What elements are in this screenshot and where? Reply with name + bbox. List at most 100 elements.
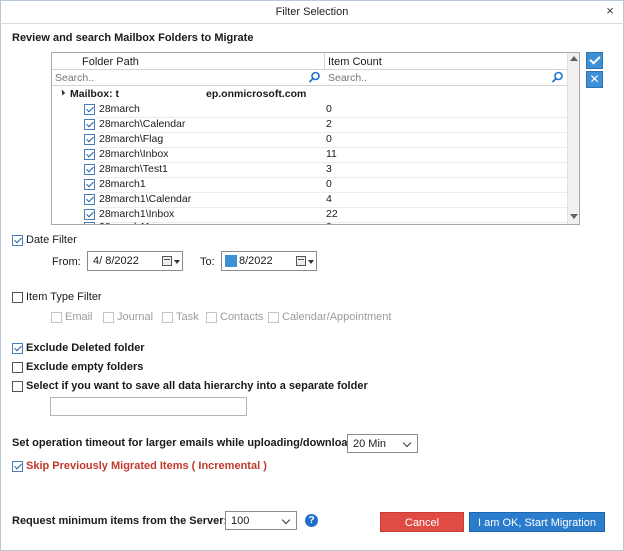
item-count: 11 (326, 148, 337, 160)
folder-path: 28march1\Calendar (99, 193, 192, 205)
folder-path: 28march11 (99, 221, 151, 224)
from-label: From: (52, 256, 81, 268)
from-date-picker[interactable]: 4/ 8/2022 (87, 251, 183, 271)
to-label: To: (200, 256, 215, 268)
timeout-value: 20 Min (353, 438, 387, 450)
timeout-label: Set operation timeout for larger emails … (12, 437, 371, 449)
calendar-type-checkbox[interactable] (268, 312, 279, 323)
folder-checkbox[interactable] (84, 149, 95, 160)
folder-path: 28march\Calendar (99, 118, 186, 130)
folder-grid: Folder Path Item Count Mailbox: t ep.onm… (51, 52, 580, 225)
column-item-count[interactable]: Item Count (328, 56, 382, 68)
save-hierarchy-checkbox[interactable] (12, 381, 23, 392)
request-min-label: Request minimum items from the Server: (12, 515, 228, 527)
close-icon[interactable]: × (603, 4, 617, 18)
folder-path: 28march (99, 103, 140, 115)
chevron-down-icon[interactable] (308, 260, 314, 264)
exclude-deleted-checkbox[interactable] (12, 343, 23, 354)
window-title: Filter Selection (275, 6, 349, 18)
review-heading: Review and search Mailbox Folders to Mig… (12, 32, 254, 44)
hierarchy-folder-input[interactable] (50, 397, 247, 416)
task-type-checkbox[interactable] (162, 312, 173, 323)
to-date-picker[interactable]: 8/2022 (221, 251, 317, 271)
chevron-down-icon[interactable] (402, 438, 412, 448)
calendar-icon[interactable] (296, 256, 306, 266)
date-filter-checkbox[interactable] (12, 235, 23, 246)
table-row[interactable]: 28march1 0 (52, 178, 567, 193)
folder-checkbox[interactable] (84, 164, 95, 175)
folder-path: 28march\Inbox (99, 148, 169, 160)
folder-checkbox[interactable] (84, 209, 95, 220)
task-type-label: Task (176, 311, 199, 323)
column-divider[interactable] (324, 53, 325, 70)
exclude-empty-checkbox[interactable] (12, 362, 23, 373)
save-hierarchy-label: Select if you want to save all data hier… (26, 380, 368, 392)
contacts-type-label: Contacts (220, 311, 264, 323)
folder-path: 28march1 (99, 178, 146, 190)
contacts-type-checkbox[interactable] (206, 312, 217, 323)
scroll-down-icon[interactable] (570, 214, 578, 219)
to-date-value: 8/2022 (239, 255, 273, 267)
folder-path: 28march\Test1 (99, 163, 168, 175)
table-row[interactable]: 28march\Flag 0 (52, 133, 567, 148)
mailbox-label: Mailbox: t (70, 88, 119, 100)
request-min-select[interactable]: 100 (225, 511, 297, 530)
item-count-search-input[interactable] (325, 70, 550, 85)
item-count: 0 (326, 103, 332, 115)
folder-checkbox[interactable] (84, 222, 95, 224)
folder-checkbox[interactable] (84, 194, 95, 205)
uncheck-all-button[interactable]: ✕ (586, 71, 603, 88)
table-row[interactable]: 28march\Test1 3 (52, 163, 567, 178)
scroll-up-icon[interactable] (570, 56, 578, 61)
timeout-select[interactable]: 20 Min (347, 434, 418, 453)
grid-scrollbar[interactable] (567, 53, 579, 224)
exclude-empty-label: Exclude empty folders (26, 361, 144, 373)
date-filter-label: Date Filter (26, 234, 77, 246)
folder-path-search-input[interactable] (52, 70, 307, 85)
table-row[interactable]: 28march 0 (52, 103, 567, 118)
close-icon: ✕ (589, 72, 600, 86)
chevron-down-icon[interactable] (281, 515, 291, 525)
exclude-deleted-label: Exclude Deleted folder (26, 342, 145, 354)
item-count: 22 (326, 208, 338, 220)
item-count: 0 (326, 133, 332, 145)
folder-path: 28march1\Inbox (99, 208, 175, 220)
calendar-icon[interactable] (162, 256, 172, 266)
table-row[interactable]: 28march1\Calendar 4 (52, 193, 567, 208)
item-type-filter-label: Item Type Filter (26, 291, 102, 303)
help-icon[interactable]: ? (305, 514, 318, 527)
email-type-label: Email (65, 311, 93, 323)
item-count: 3 (326, 163, 332, 175)
incremental-checkbox[interactable] (12, 461, 23, 472)
mailbox-domain: ep.onmicrosoft.com (206, 88, 307, 100)
check-all-button[interactable] (586, 52, 603, 69)
tree-collapse-icon[interactable] (58, 89, 66, 96)
folder-checkbox[interactable] (84, 104, 95, 115)
mailbox-node[interactable]: Mailbox: t ep.onmicrosoft.com (52, 88, 567, 102)
search-icon[interactable] (308, 71, 321, 84)
folder-path: 28march\Flag (99, 133, 164, 145)
item-type-filter-checkbox[interactable] (12, 292, 23, 303)
item-count: 0 (326, 221, 332, 224)
item-count: 4 (326, 193, 332, 205)
search-icon[interactable] (551, 71, 564, 84)
folder-checkbox[interactable] (84, 119, 95, 130)
table-row[interactable]: 28march\Calendar 2 (52, 118, 567, 133)
table-row[interactable]: 28march11 0 (52, 221, 567, 224)
cancel-button[interactable]: Cancel (380, 512, 464, 532)
from-date-value: 4/ 8/2022 (93, 255, 139, 267)
selected-date-segment[interactable] (225, 255, 237, 267)
table-row[interactable]: 28march\Inbox 11 (52, 148, 567, 163)
chevron-down-icon[interactable] (174, 260, 180, 264)
item-count: 0 (326, 178, 332, 190)
journal-type-label: Journal (117, 311, 154, 323)
folder-checkbox[interactable] (84, 179, 95, 190)
grid-search-row (52, 70, 567, 86)
folder-checkbox[interactable] (84, 134, 95, 145)
grid-header: Folder Path Item Count (52, 53, 567, 70)
journal-type-checkbox[interactable] (103, 312, 114, 323)
start-migration-button[interactable]: I am OK, Start Migration (469, 512, 605, 532)
column-folder-path[interactable]: Folder Path (82, 56, 139, 68)
incremental-label: Skip Previously Migrated Items ( Increme… (26, 460, 267, 472)
email-type-checkbox[interactable] (51, 312, 62, 323)
